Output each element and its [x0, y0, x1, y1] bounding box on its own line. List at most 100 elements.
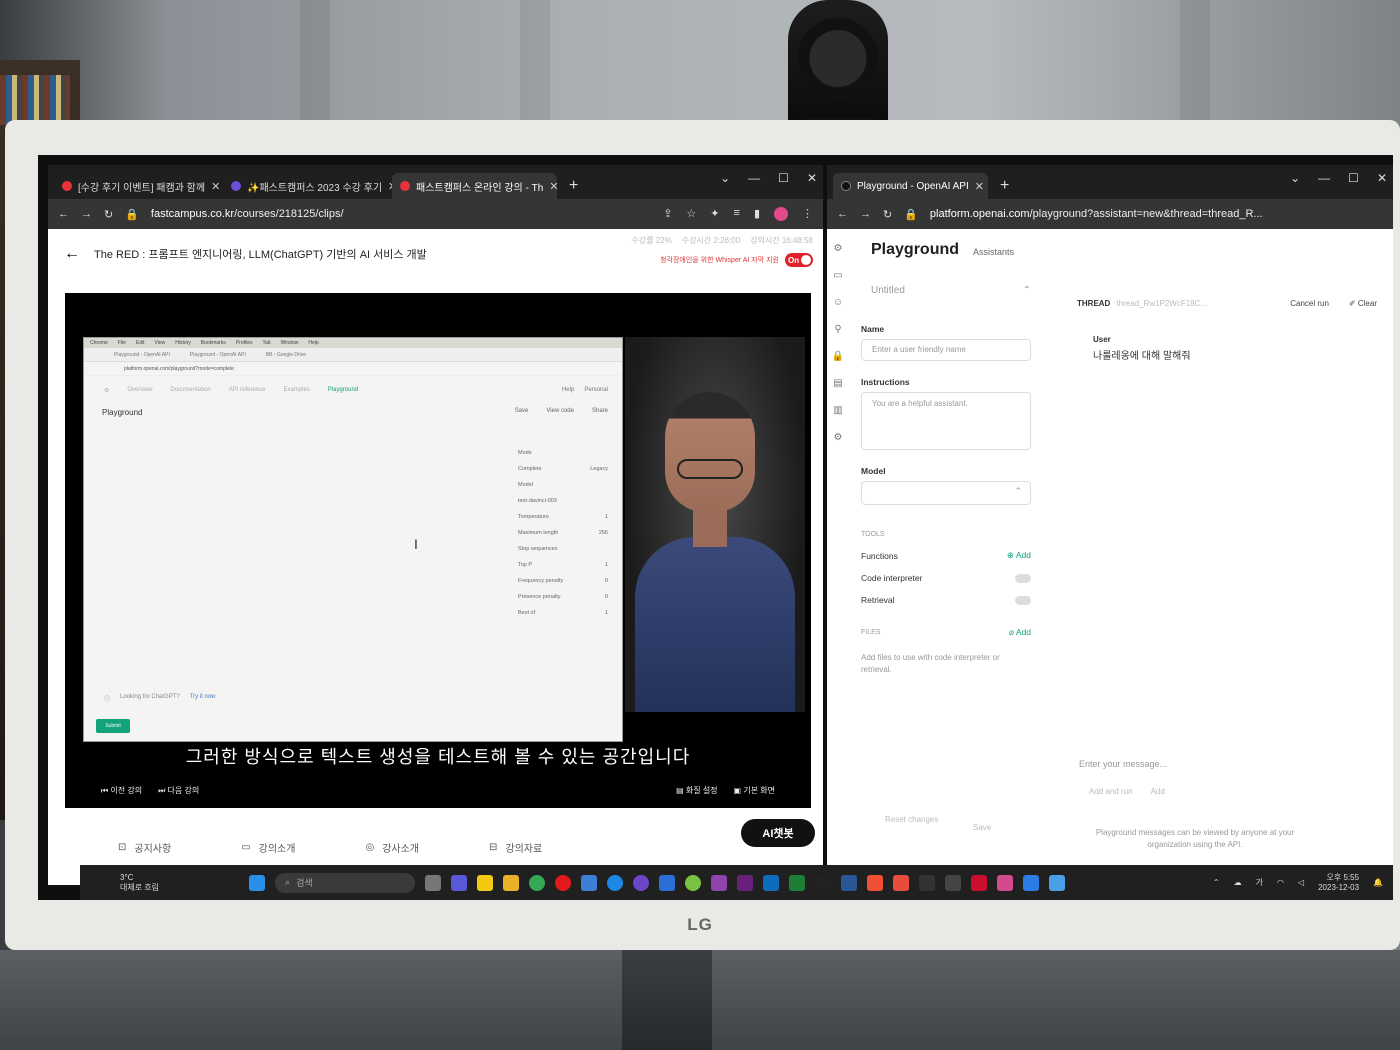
quality-button[interactable]: ▤ 화질 설정	[676, 785, 717, 796]
nav-course-intro[interactable]: ▭ 강의소개	[241, 840, 295, 855]
minimize-icon[interactable]: —	[1318, 171, 1330, 185]
app-icon[interactable]	[685, 874, 702, 891]
reload-icon[interactable]: ↻	[883, 208, 892, 221]
cancel-run-button[interactable]: Cancel run	[1290, 299, 1329, 308]
start-icon[interactable]	[249, 874, 266, 891]
url-field[interactable]: platform.openai.com/playground?assistant…	[930, 208, 1263, 220]
close-icon[interactable]: ✕	[807, 171, 817, 185]
app-icon[interactable]	[1023, 874, 1040, 891]
chrome-icon[interactable]	[529, 874, 546, 891]
back-arrow-icon[interactable]: ←	[837, 208, 848, 220]
lock-icon[interactable]: 🔒	[832, 351, 844, 362]
reading-list-icon[interactable]: ≡	[734, 207, 740, 221]
folder-icon[interactable]: ▤	[833, 378, 842, 389]
mode-select[interactable]: Assistants	[973, 247, 1014, 257]
side-panel-icon[interactable]: ▮	[754, 207, 760, 221]
close-icon[interactable]: ✕	[1377, 171, 1387, 185]
chevron-down-icon[interactable]: ⌄	[1290, 171, 1300, 185]
new-tab-button[interactable]: +	[992, 177, 1017, 199]
git-icon[interactable]	[867, 874, 884, 891]
github-icon[interactable]	[633, 874, 650, 891]
message-input[interactable]: Enter your message...	[1079, 759, 1167, 769]
browser-tab-active[interactable]: 패스트캠퍼스 온라인 강의 - Th ✕	[392, 173, 559, 199]
reload-icon[interactable]: ↻	[104, 208, 113, 221]
close-icon[interactable]: ✕	[975, 180, 984, 193]
new-tab-button[interactable]: +	[561, 177, 586, 199]
terminal-icon[interactable]: ▭	[833, 270, 842, 281]
browser-tab-active[interactable]: Playground - OpenAI API ✕	[833, 173, 988, 199]
url-field[interactable]: fastcampus.co.kr/courses/218125/clips/	[151, 208, 344, 220]
kakaotalk-icon[interactable]	[477, 874, 494, 891]
taskbar-search[interactable]: ⌕ 검색	[275, 872, 416, 893]
clock[interactable]: 오후 5:55 2023-12-03	[1318, 873, 1359, 892]
browser-tab[interactable]: [수강 후기 이벤트] 패캠과 함께 ✕	[54, 173, 220, 199]
assistant-select[interactable]: Untitled ⌃	[871, 285, 1031, 296]
save-button[interactable]: Save	[973, 823, 991, 832]
weather-widget[interactable]: 3°C 대체로 흐림	[120, 873, 159, 892]
tune-icon[interactable]: ⚲	[834, 324, 841, 335]
app-icon[interactable]	[581, 874, 598, 891]
maximize-icon[interactable]: ☐	[778, 171, 789, 185]
more-menu-icon[interactable]: ⋮	[802, 207, 813, 221]
vscode-icon[interactable]	[763, 874, 780, 891]
openai-logo-icon[interactable]: ⚙	[834, 243, 843, 254]
minimize-icon[interactable]: —	[748, 171, 760, 185]
teams-icon[interactable]	[451, 874, 468, 891]
app-icon[interactable]	[971, 874, 988, 891]
extensions-icon[interactable]: ✦	[710, 207, 719, 221]
maximize-icon[interactable]: ☐	[1348, 171, 1359, 185]
bell-icon[interactable]: 🔔	[1373, 878, 1383, 887]
terminal-icon[interactable]	[919, 874, 936, 891]
add-message-button[interactable]: Add	[1151, 787, 1165, 796]
share-icon[interactable]: ⇪	[663, 207, 672, 221]
next-lecture-button[interactable]: ⏭ 다음 강의	[158, 785, 199, 796]
nav-notice[interactable]: ⊡ 공지사항	[118, 840, 171, 855]
retrieval-toggle[interactable]	[1015, 595, 1031, 605]
app-icon[interactable]	[841, 874, 858, 891]
caption-toggle[interactable]: On	[785, 253, 813, 267]
opera-icon[interactable]	[555, 874, 572, 891]
view-mode-button[interactable]: ▣ 기본 화면	[734, 785, 775, 796]
settings-icon[interactable]: ⚙	[834, 432, 843, 443]
forward-arrow-icon[interactable]: →	[81, 208, 92, 220]
nav-materials[interactable]: ⊟ 강의자료	[489, 840, 542, 855]
app-icon[interactable]	[997, 874, 1014, 891]
prev-lecture-button[interactable]: ⏮ 이전 강의	[101, 785, 142, 796]
code-interpreter-toggle[interactable]	[1015, 573, 1031, 583]
chevron-up-icon[interactable]: ⌃	[1213, 878, 1220, 887]
calendar-icon[interactable]	[659, 874, 676, 891]
volume-icon[interactable]: ◁	[1298, 878, 1304, 887]
video-player[interactable]: Chrome File Edit View History Bookmarks …	[65, 293, 811, 808]
clear-button[interactable]: ✐ Clear	[1349, 299, 1377, 308]
nav-instructor[interactable]: ◎ 강사소개	[365, 840, 419, 855]
chevron-down-icon[interactable]: ⌄	[720, 171, 730, 185]
notepad-icon[interactable]	[1049, 874, 1066, 891]
onedrive-icon[interactable]: ☁	[1234, 878, 1242, 887]
assistant-icon[interactable]: ☺	[833, 297, 843, 308]
instructions-field[interactable]: You are a helpful assistant.	[861, 392, 1031, 450]
ai-chatbot-button[interactable]: AI챗봇	[741, 819, 815, 847]
usage-icon[interactable]: ▥	[833, 405, 842, 416]
wifi-icon[interactable]: ◠	[1277, 878, 1284, 887]
star-icon[interactable]: ☆	[686, 207, 696, 221]
app-icon[interactable]	[945, 874, 962, 891]
add-file-button[interactable]: ⌀ Add	[1009, 627, 1031, 638]
app-icon[interactable]	[893, 874, 910, 891]
app-icon[interactable]	[711, 874, 728, 891]
add-and-run-button[interactable]: Add and run	[1089, 787, 1133, 796]
profile-avatar[interactable]	[774, 207, 788, 221]
forward-arrow-icon[interactable]: →	[860, 208, 871, 220]
back-arrow-icon[interactable]: ←	[64, 245, 80, 263]
close-icon[interactable]: ✕	[211, 180, 220, 193]
back-arrow-icon[interactable]: ←	[58, 208, 69, 220]
app-icon[interactable]	[815, 874, 832, 891]
ime-indicator[interactable]: 가	[1256, 877, 1263, 888]
file-explorer-icon[interactable]	[503, 874, 520, 891]
excel-icon[interactable]	[789, 874, 806, 891]
close-icon[interactable]: ✕	[549, 180, 558, 193]
reset-changes-button[interactable]: Reset changes	[885, 814, 938, 826]
browser-tab[interactable]: ✨패스트캠퍼스 2023 수강 후기✕	[223, 173, 397, 199]
add-function-button[interactable]: ⊕ Add	[1007, 550, 1031, 561]
app-icon[interactable]	[607, 874, 624, 891]
visual-studio-icon[interactable]	[737, 874, 754, 891]
